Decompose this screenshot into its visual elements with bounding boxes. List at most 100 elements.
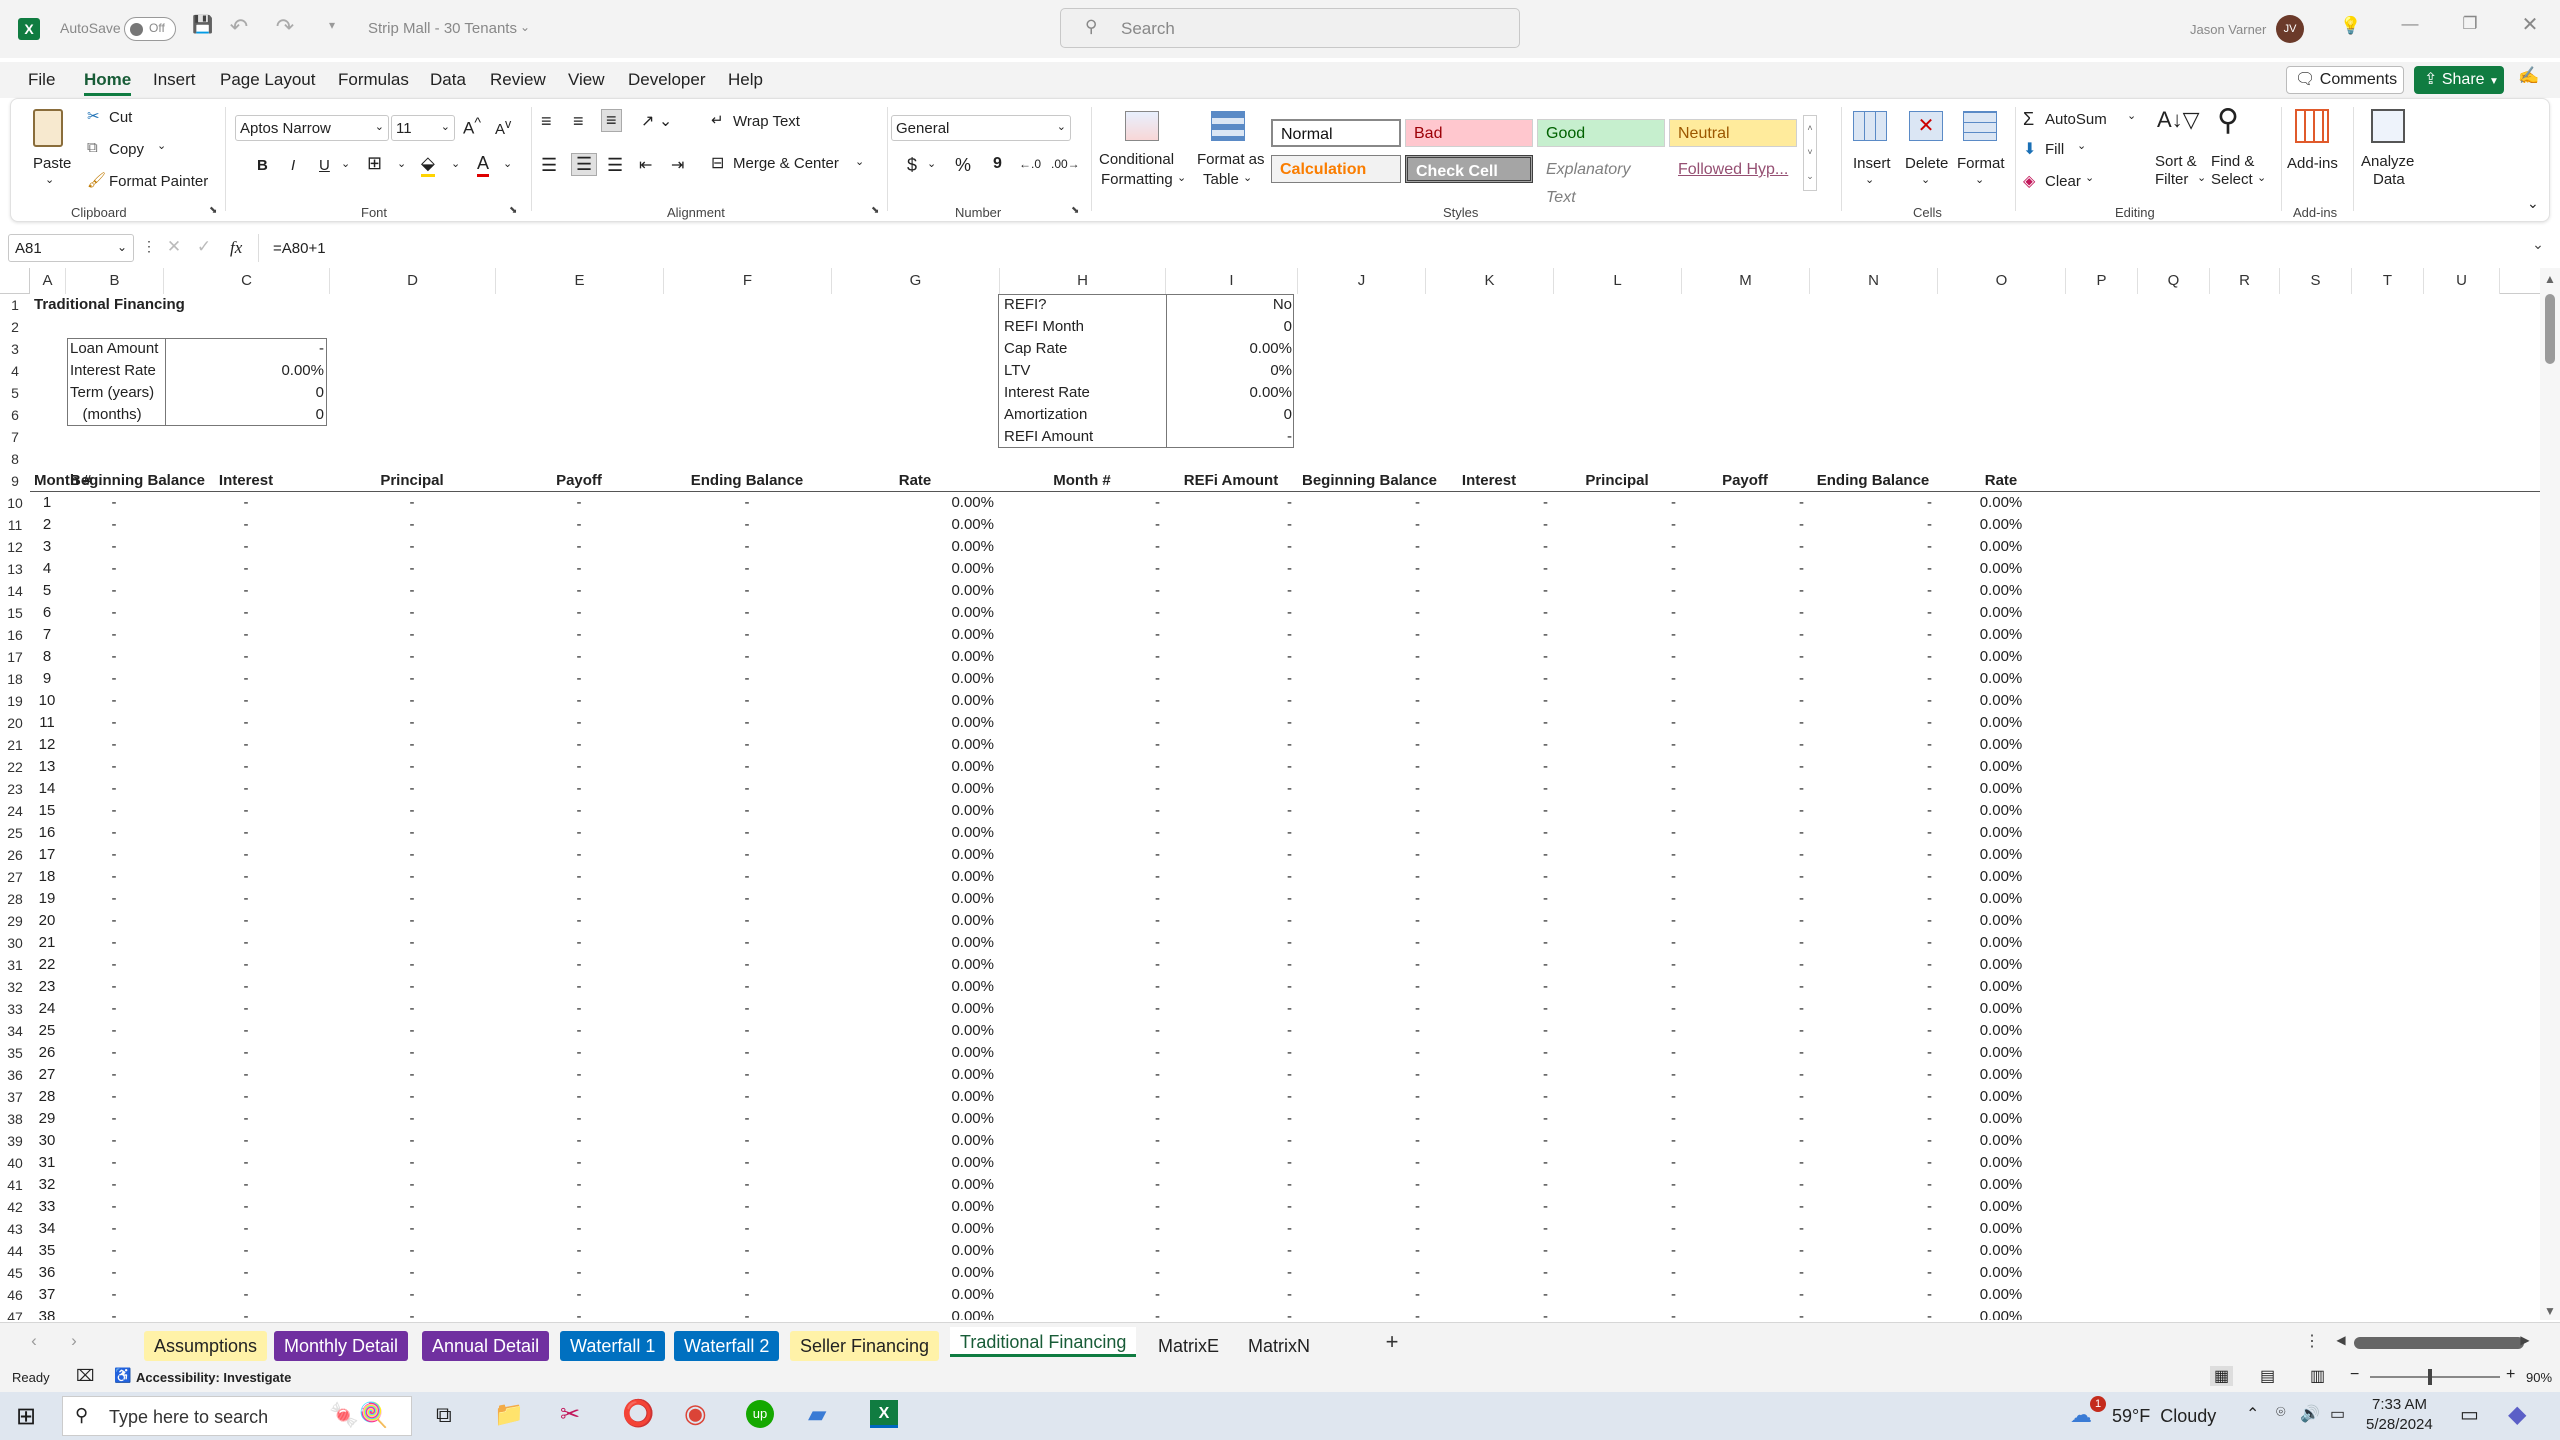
cell[interactable]: - <box>334 558 490 580</box>
cell[interactable]: - <box>1004 800 1160 822</box>
cell[interactable]: - <box>334 602 490 624</box>
cell[interactable]: - <box>1814 1130 1932 1152</box>
cell[interactable]: - <box>668 624 826 646</box>
cell[interactable]: - <box>1558 1174 1676 1196</box>
cell[interactable]: - <box>168 536 324 558</box>
cell[interactable]: - <box>1558 602 1676 624</box>
column-header-j[interactable]: J <box>1298 268 1426 294</box>
cell[interactable]: - <box>500 1218 658 1240</box>
cell[interactable]: - <box>1558 1108 1676 1130</box>
cell[interactable]: - <box>334 1306 490 1320</box>
cell[interactable]: - <box>1170 998 1292 1020</box>
borders-icon[interactable]: ⊞ <box>367 153 382 174</box>
align-right-icon[interactable]: ☰ <box>607 155 623 176</box>
cell[interactable]: - <box>1558 932 1676 954</box>
cell[interactable]: 7 <box>34 624 60 646</box>
cell[interactable]: - <box>1302 910 1420 932</box>
cell[interactable]: - <box>334 844 490 866</box>
sheet-tab-monthly-detail[interactable]: Monthly Detail <box>274 1331 409 1361</box>
cell[interactable]: - <box>668 668 826 690</box>
sheet-tab-matrixn[interactable]: MatrixN <box>1238 1331 1320 1361</box>
taskbar-search[interactable]: ⚲ Type here to search 🍬🍭 <box>62 1396 412 1436</box>
cell[interactable]: - <box>1302 800 1420 822</box>
cell[interactable]: - <box>500 1042 658 1064</box>
cell[interactable]: - <box>1558 514 1676 536</box>
cell[interactable]: - <box>500 624 658 646</box>
cell[interactable]: - <box>1558 1086 1676 1108</box>
cell[interactable]: - <box>1004 1218 1160 1240</box>
cell[interactable]: 0.00% <box>1942 954 2060 976</box>
fill-button[interactable]: Fill <box>2045 141 2064 158</box>
cell[interactable]: - <box>1302 1306 1420 1320</box>
cell[interactable]: - <box>1302 1086 1420 1108</box>
cell[interactable]: - <box>1004 646 1160 668</box>
cell[interactable]: - <box>168 492 324 514</box>
cell[interactable]: 8 <box>34 646 60 668</box>
cell[interactable]: 0.00% <box>1942 844 2060 866</box>
column-header-b[interactable]: B <box>66 268 164 294</box>
cell[interactable]: - <box>1170 822 1292 844</box>
font-name-dropdown[interactable]: Aptos Narrow ⌄ <box>235 115 389 141</box>
merge-center-button[interactable]: Merge & Center <box>733 155 839 172</box>
cell[interactable]: - <box>70 778 158 800</box>
cell[interactable]: - <box>500 1284 658 1306</box>
cell[interactable]: - <box>1302 1262 1420 1284</box>
notifications-icon[interactable]: ▭ <box>2460 1402 2479 1427</box>
cell[interactable]: 1 <box>34 492 60 514</box>
cell[interactable]: - <box>668 580 826 602</box>
cell[interactable]: - <box>1686 1262 1804 1284</box>
font-size-dropdown[interactable]: 11 ⌄ <box>391 115 455 141</box>
cell[interactable]: - <box>668 492 826 514</box>
cell[interactable]: - <box>70 910 158 932</box>
borders-chevron-icon[interactable]: ⌄ <box>397 157 406 170</box>
cell[interactable]: - <box>1004 1130 1160 1152</box>
cell[interactable]: REFI Amount <box>1004 426 1160 448</box>
more-icon[interactable]: ⋮ <box>142 238 156 255</box>
cell[interactable]: 0.00% <box>836 1174 994 1196</box>
cell[interactable]: - <box>70 756 158 778</box>
cell[interactable]: - <box>668 954 826 976</box>
cell[interactable]: 0.00% <box>1942 690 2060 712</box>
cell[interactable]: Interest Rate <box>1004 382 1160 404</box>
cell[interactable]: - <box>334 800 490 822</box>
cell[interactable]: - <box>168 1152 324 1174</box>
cell[interactable]: 0.00% <box>1942 756 2060 778</box>
column-header-t[interactable]: T <box>2352 268 2424 294</box>
sheet-tab-annual-detail[interactable]: Annual Detail <box>422 1331 550 1361</box>
cell[interactable]: - <box>1814 888 1932 910</box>
align-center-icon[interactable]: ☰ <box>571 153 598 176</box>
cell[interactable]: - <box>668 1086 826 1108</box>
cell[interactable]: 0.00% <box>1942 866 2060 888</box>
cell[interactable]: 0.00% <box>836 822 994 844</box>
cell[interactable]: - <box>168 1262 324 1284</box>
cell[interactable]: - <box>1430 998 1548 1020</box>
cell[interactable]: 38 <box>34 1306 60 1320</box>
cell[interactable]: - <box>1558 866 1676 888</box>
cell[interactable]: - <box>1558 976 1676 998</box>
cell[interactable]: - <box>1686 558 1804 580</box>
cell[interactable]: - <box>70 888 158 910</box>
cell[interactable]: - <box>70 1174 158 1196</box>
tab-page-layout[interactable]: Page Layout <box>220 62 315 98</box>
column-header-d[interactable]: D <box>330 268 496 294</box>
cell[interactable]: 0.00% <box>836 668 994 690</box>
cell[interactable]: - <box>1814 1108 1932 1130</box>
cell[interactable]: - <box>168 514 324 536</box>
cell[interactable]: - <box>70 866 158 888</box>
cell[interactable]: - <box>1430 646 1548 668</box>
cell[interactable]: - <box>334 514 490 536</box>
app-icon[interactable]: ▰ <box>808 1400 826 1429</box>
insert-cells-button[interactable]: Insert <box>1853 155 1891 172</box>
expand-formula-icon[interactable]: ⌄ <box>2528 236 2548 253</box>
cell[interactable]: 0.00% <box>1942 822 2060 844</box>
cell[interactable]: - <box>1170 1042 1292 1064</box>
style-good[interactable]: Good <box>1537 119 1665 147</box>
cell[interactable]: - <box>334 888 490 910</box>
cell[interactable]: - <box>1558 998 1676 1020</box>
cell[interactable]: - <box>334 822 490 844</box>
cell[interactable]: - <box>1430 1086 1548 1108</box>
cell[interactable]: - <box>1004 866 1160 888</box>
cell[interactable]: 30 <box>34 1130 60 1152</box>
cell[interactable]: - <box>168 558 324 580</box>
cell[interactable]: - <box>1430 910 1548 932</box>
